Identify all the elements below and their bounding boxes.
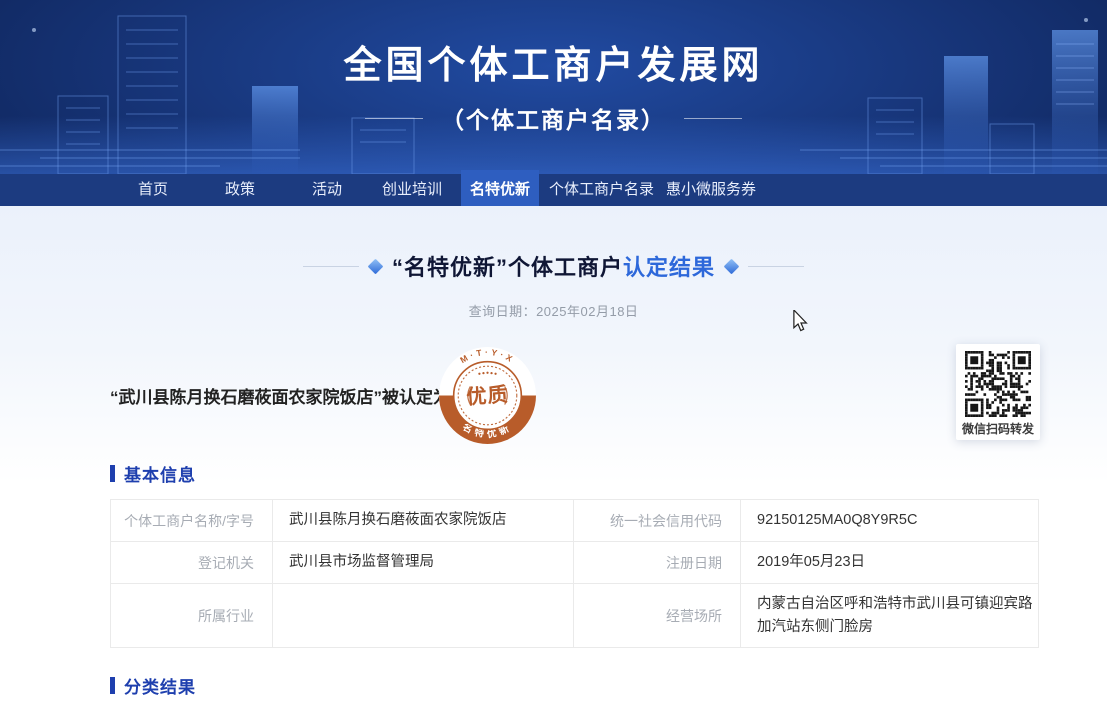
page: 全国个体工商户发展网 （个体工商户名录） 首页 政策 活动 创业培训 名特优新 … [0,0,1107,711]
cell-value [273,584,574,648]
banner: 全国个体工商户发展网 （个体工商户名录） [0,0,1107,174]
site-title: 全国个体工商户发展网 [0,34,1107,89]
cell-value: 武川县陈月换石磨莜面农家院饭店 [273,500,574,542]
site-subtitle: （个体工商户名录） [441,101,666,135]
qr-card: 微信扫码转发 [956,344,1040,440]
nav-item-mtyx[interactable]: 名特优新 [461,170,539,206]
diamond-icon [724,258,740,274]
query-date: 查询日期：2025年02月18日 [0,301,1107,320]
nav-item-vouchers[interactable]: 惠小微服务券 [666,174,756,206]
qr-code-image [965,351,1031,417]
site-subtitle-row: （个体工商户名录） [0,101,1107,135]
nav-item-policy[interactable]: 政策 [225,174,255,206]
table-row: 个体工商户名称/字号 武川县陈月换石磨莜面农家院饭店 统一社会信用代码 9215… [111,500,1039,542]
classification-heading: 分类结果 [124,673,196,698]
table-row: 登记机关 武川县市场监督管理局 注册日期 2019年05月23日 [111,542,1039,584]
section-bar-icon [110,677,115,694]
main-nav: 首页 政策 活动 创业培训 名特优新 个体工商户名录 惠小微服务券 [0,174,1107,206]
cell-value: 武川县市场监督管理局 [273,542,574,584]
cell-value: 2019年05月23日 [741,542,1039,584]
nav-item-training[interactable]: 创业培训 [382,174,442,206]
cell-label: 经营场所 [574,584,741,648]
qr-caption: 微信扫码转发 [956,420,1040,437]
subtitle-left-line [365,118,423,119]
section-basic-info: 基本信息 [110,461,196,486]
basic-info-table: 个体工商户名称/字号 武川县陈月换石磨莜面农家院饭店 统一社会信用代码 9215… [110,499,1039,648]
section-classification: 分类结果 [110,673,196,698]
nav-item-home[interactable]: 首页 [138,174,168,206]
cell-label: 个体工商户名称/字号 [111,500,273,542]
nav-item-directory[interactable]: 个体工商户名录 [549,174,654,206]
result-title-highlight: 认定结果 [623,255,715,280]
result-title: “名特优新”个体工商户认定结果 [392,250,715,282]
title-left-line [303,266,359,267]
result-title-prefix: “名特优新”个体工商户 [392,255,623,280]
basic-info-heading: 基本信息 [124,461,196,486]
cell-label: 登记机关 [111,542,273,584]
seal-center-text: 优质 [466,382,510,409]
diamond-icon [368,258,384,274]
nav-item-activity[interactable]: 活动 [312,174,342,206]
cell-label: 所属行业 [111,584,273,648]
section-bar-icon [110,465,115,482]
table-row: 所属行业 经营场所 内蒙古自治区呼和浩特市武川县可镇迎宾路加汽站东侧门脸房 [111,584,1039,648]
result-title-row: “名特优新”个体工商户认定结果 [0,250,1107,282]
query-date-label: 查询日期： [469,304,537,319]
title-right-line [748,266,804,267]
cell-label: 统一社会信用代码 [574,500,741,542]
quality-seal: M·T·Y·X 名特优新 优质 [437,345,538,446]
cell-value: 92150125MA0Q8Y9R5C [741,500,1039,542]
query-date-value: 2025年02月18日 [536,304,638,319]
content-area: “名特优新”个体工商户认定结果 查询日期：2025年02月18日 “武川县陈月换… [0,206,1107,711]
subtitle-right-line [684,118,742,119]
certification-statement: “武川县陈月换石磨莜面农家院饭店”被认定为： [110,383,467,408]
cell-value: 内蒙古自治区呼和浩特市武川县可镇迎宾路加汽站东侧门脸房 [741,584,1039,648]
cell-label: 注册日期 [574,542,741,584]
